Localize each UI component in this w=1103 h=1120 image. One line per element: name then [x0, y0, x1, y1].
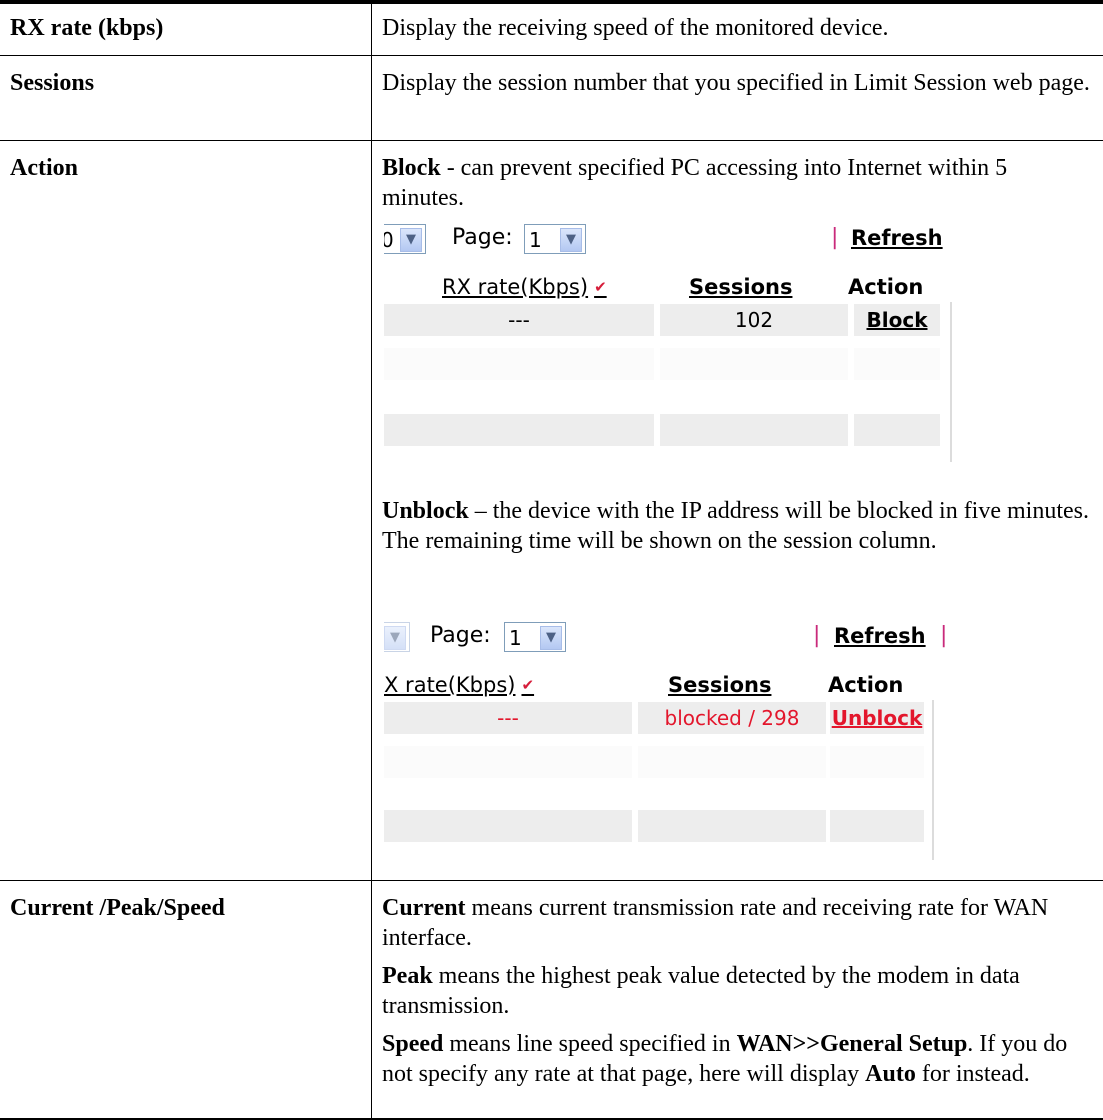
sort-desc-icon[interactable]: ✔: [594, 278, 607, 296]
desc-rx-rate-text: Display the receiving speed of the monit…: [382, 15, 889, 41]
term-rx-rate: RX rate (kbps): [10, 15, 164, 41]
chevron-down-icon[interactable]: ▼: [560, 228, 582, 252]
empty-cell: [384, 348, 654, 380]
desc-current-peak-speed: Current means current transmission rate …: [382, 893, 1094, 1089]
empty-cell: [384, 810, 632, 842]
empty-cell: [384, 414, 654, 446]
empty-cell: [638, 810, 826, 842]
col-header-rx-rate[interactable]: X rate(Kbps) ✔: [384, 672, 534, 700]
wan-general-setup-ref: WAN>>General Setup: [736, 1031, 968, 1057]
page-dropdown[interactable]: 1 ▼: [504, 622, 566, 652]
rx-rate-cell: ---: [384, 304, 654, 336]
chevron-down-icon[interactable]: ▼: [384, 626, 406, 650]
dropdown-value: 1: [509, 626, 522, 650]
table-top-rule: [0, 0, 1103, 4]
sessions-cell: 102: [660, 304, 848, 336]
page-label: Page:: [430, 623, 491, 648]
unblock-link[interactable]: Unblock: [830, 702, 924, 734]
col-header-sessions[interactable]: Sessions: [668, 672, 771, 698]
separator-pipe: |: [813, 623, 821, 648]
current-keyword: Current: [382, 895, 466, 921]
current-description: means current transmission rate and rece…: [382, 895, 1049, 951]
term-sessions: Sessions: [10, 70, 95, 96]
col-header-rx-label: X rate(Kbps): [384, 673, 516, 697]
rows-per-page-dropdown[interactable]: ▼: [384, 622, 410, 652]
empty-cell: [384, 746, 632, 778]
empty-cell: [638, 746, 826, 778]
col-header-rx-rate[interactable]: RX rate(Kbps) ✔: [442, 274, 607, 302]
speed-description: for instead.: [915, 1061, 1030, 1087]
unblock-screenshot: ▼ Page: 1 ▼ | Refresh | X rate(Kbps) ✔ Se…: [384, 620, 954, 860]
empty-cell: [830, 746, 924, 778]
col-header-sessions[interactable]: Sessions: [689, 274, 792, 300]
rx-rate-cell: ---: [384, 702, 632, 734]
table-edge: [950, 302, 952, 462]
sessions-cell: blocked / 298: [638, 702, 826, 734]
speed-description: means line speed specified in: [443, 1031, 737, 1057]
dropdown-value: 0: [384, 228, 394, 252]
unblock-keyword: Unblock: [382, 498, 469, 524]
column-divider: [371, 4, 372, 1118]
block-screenshot: 0 ▼ Page: 1 ▼ | Refresh | RX rate(Kbps)✔…: [384, 222, 954, 462]
desc-action-block: Block - can prevent specified PC accessi…: [382, 153, 1094, 213]
empty-cell: [854, 348, 940, 380]
dropdown-value: 1: [529, 228, 542, 252]
speed-keyword: Speed: [382, 1031, 444, 1057]
auto-keyword: Auto: [865, 1061, 916, 1087]
parameter-table: RX rate (kbps) Display the receiving spe…: [0, 0, 1103, 1120]
col-header-rx-label: RX rate(Kbps): [442, 275, 589, 299]
separator-pipe: |: [831, 225, 839, 250]
sort-desc-icon[interactable]: ✔: [521, 676, 534, 694]
empty-cell: [660, 414, 848, 446]
term-current-peak-speed: Current /Peak/Speed: [10, 895, 225, 921]
chevron-down-icon[interactable]: ▼: [400, 228, 422, 252]
refresh-link[interactable]: Refresh: [851, 225, 943, 251]
empty-cell: [854, 414, 940, 446]
col-header-action: Action: [848, 275, 924, 299]
desc-sessions-text: Display the session number that you spec…: [382, 70, 1090, 96]
separator-pipe: |: [940, 623, 948, 648]
row-divider: [0, 140, 1103, 141]
block-link[interactable]: Block: [854, 304, 940, 336]
rows-per-page-dropdown[interactable]: 0 ▼: [384, 224, 426, 254]
peak-description: means the highest peak value detected by…: [382, 963, 1020, 1019]
chevron-down-icon[interactable]: ▼: [540, 626, 562, 650]
desc-rx-rate: Display the receiving speed of the monit…: [382, 13, 1094, 43]
col-header-action: Action: [828, 673, 904, 697]
empty-cell: [660, 348, 848, 380]
block-keyword: Block: [382, 155, 441, 181]
row-divider: [0, 880, 1103, 881]
page-label: Page:: [452, 225, 513, 250]
row-divider: [0, 55, 1103, 56]
table-edge: [932, 700, 934, 860]
unblock-description: – the device with the IP address will be…: [382, 498, 1089, 554]
desc-action-unblock: Unblock – the device with the IP address…: [382, 496, 1094, 556]
page-dropdown[interactable]: 1 ▼: [524, 224, 586, 254]
desc-sessions: Display the session number that you spec…: [382, 68, 1094, 98]
empty-cell: [830, 810, 924, 842]
term-action: Action: [10, 155, 78, 181]
peak-keyword: Peak: [382, 963, 433, 989]
refresh-link[interactable]: Refresh: [834, 623, 926, 649]
block-description: - can prevent specified PC accessing int…: [382, 155, 1008, 211]
